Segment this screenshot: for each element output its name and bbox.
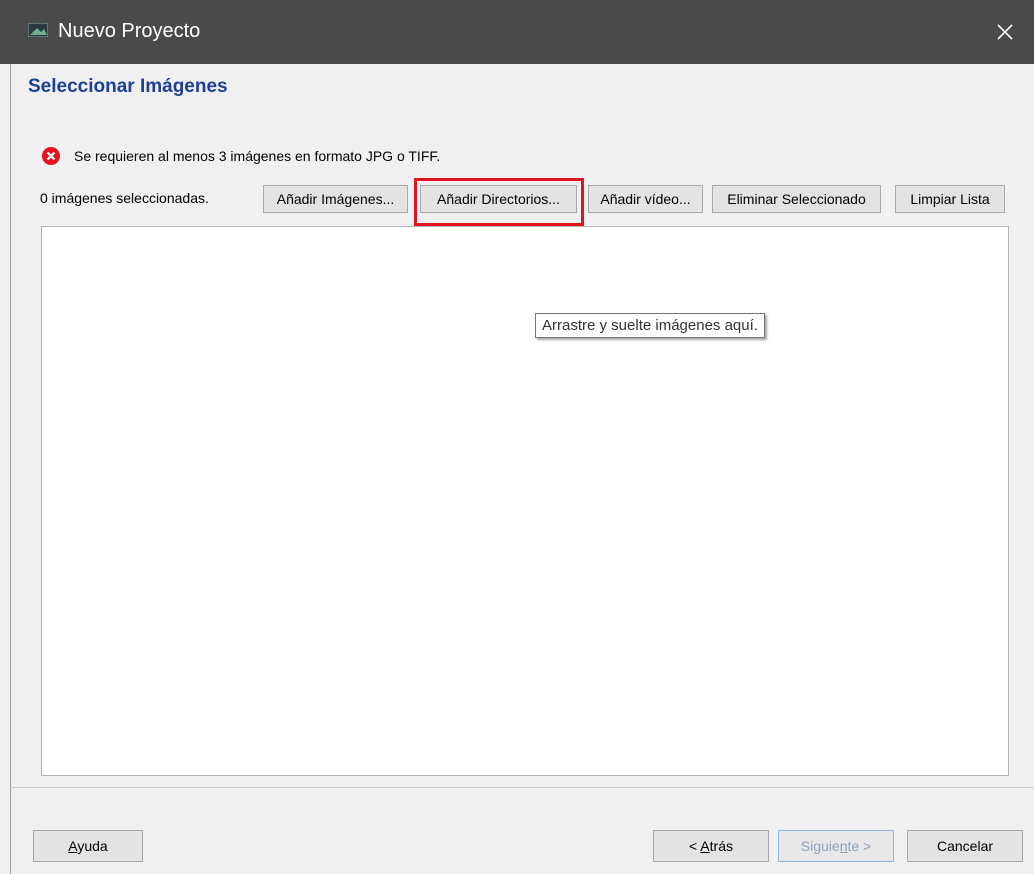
footer-separator	[10, 787, 1034, 788]
title-bar: Nuevo Proyecto	[0, 0, 1034, 64]
back-button[interactable]: < Atrás	[653, 830, 769, 862]
next-button[interactable]: Siguiente >	[778, 830, 894, 862]
close-icon	[997, 24, 1013, 40]
add-video-button[interactable]: Añadir vídeo...	[588, 185, 703, 213]
error-message: Se requieren al menos 3 imágenes en form…	[74, 148, 441, 164]
drop-hint-tooltip: Arrastre y suelte imágenes aquí.	[535, 313, 765, 338]
close-button[interactable]	[976, 0, 1034, 64]
remove-selected-button[interactable]: Eliminar Seleccionado	[712, 185, 881, 213]
add-images-button[interactable]: Añadir Imágenes...	[263, 185, 408, 213]
back-label: < Atrás	[689, 838, 733, 854]
cancel-button[interactable]: Cancelar	[907, 830, 1023, 862]
error-x-icon	[42, 147, 60, 165]
help-label: Ayuda	[68, 838, 108, 854]
selected-count-label: 0 imágenes seleccionadas.	[40, 190, 209, 206]
page-heading: Seleccionar Imágenes	[28, 76, 228, 97]
highlight-box	[414, 178, 584, 226]
image-drop-zone[interactable]	[41, 226, 1009, 776]
window-title: Nuevo Proyecto	[58, 20, 201, 42]
clear-list-button[interactable]: Limpiar Lista	[895, 185, 1005, 213]
app-icon	[28, 23, 48, 37]
next-label: Siguiente >	[800, 838, 872, 854]
help-button[interactable]: Ayuda	[33, 830, 143, 862]
error-message-row: Se requieren al menos 3 imágenes en form…	[42, 145, 440, 167]
